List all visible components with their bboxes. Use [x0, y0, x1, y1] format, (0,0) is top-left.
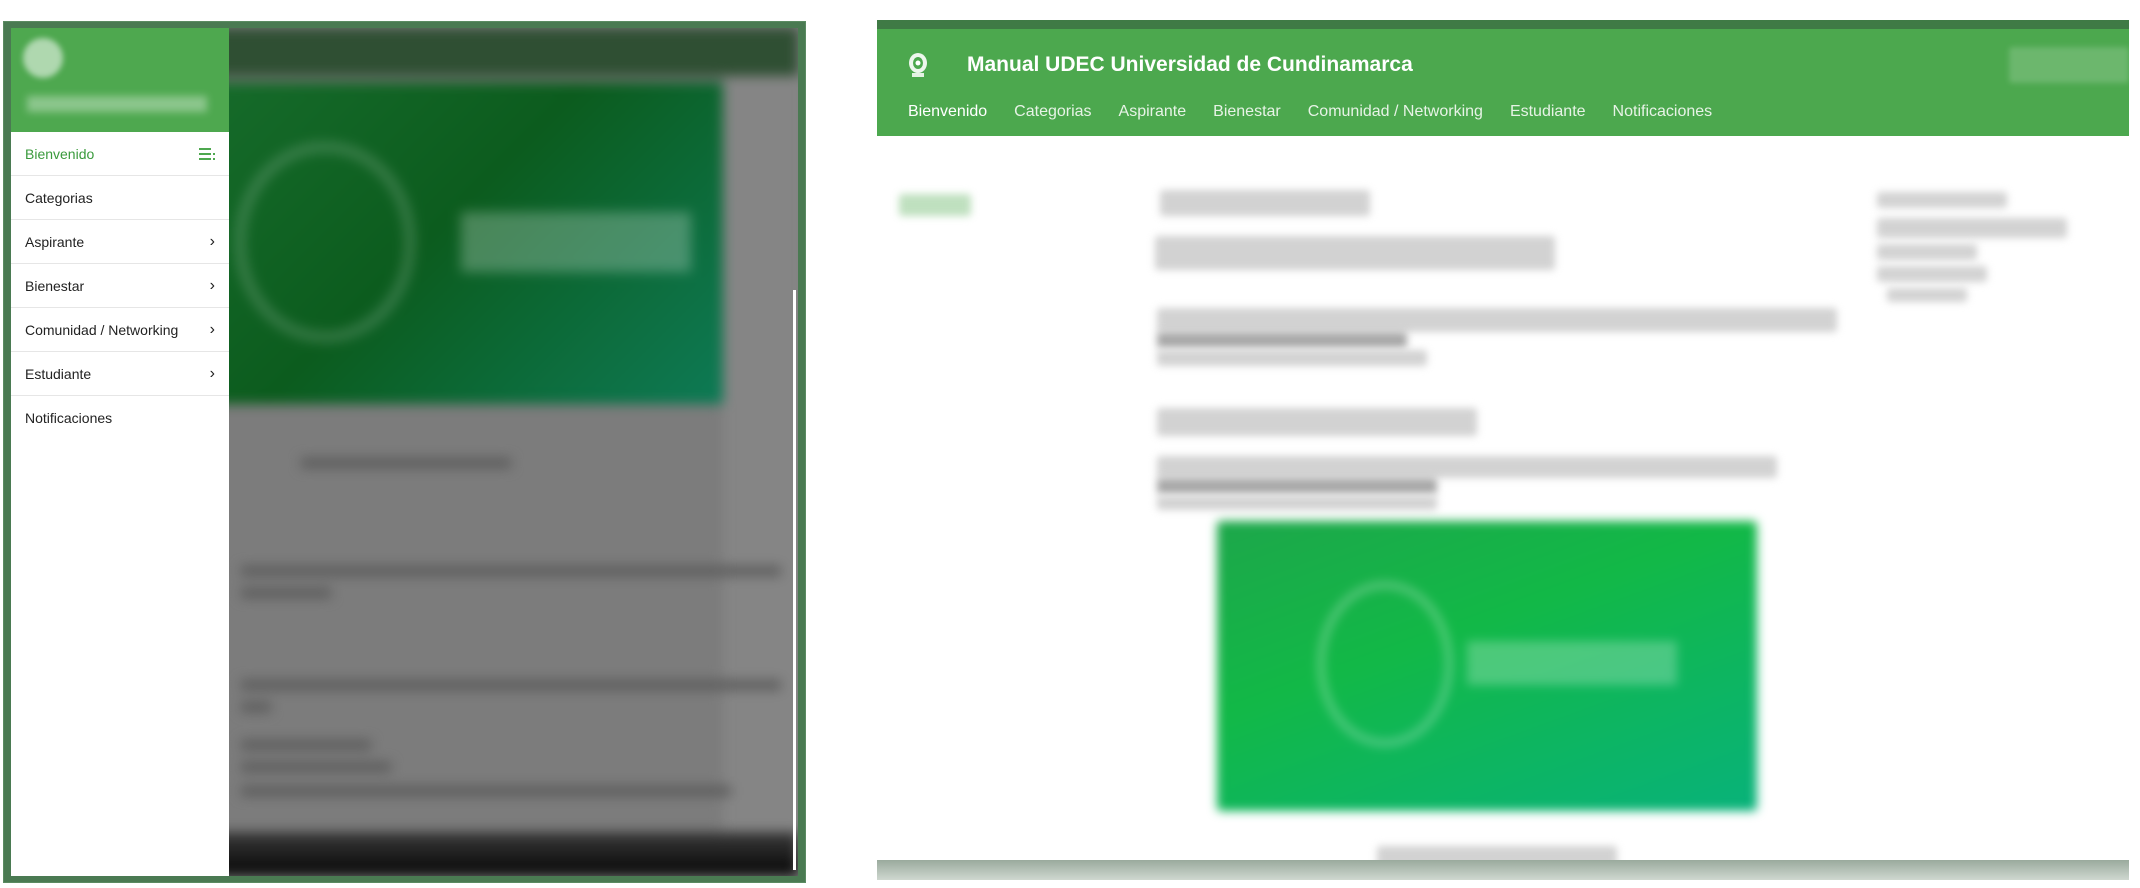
blurred-text-line — [241, 762, 391, 772]
blurred-toc-item — [1887, 288, 1967, 302]
blurred-text-line — [301, 458, 511, 468]
navigation-drawer: Bienvenido Categorias Aspirante › Bienes… — [11, 28, 229, 876]
blurred-toc-heading — [1877, 192, 2007, 208]
chevron-right-icon: › — [209, 320, 215, 338]
chevron-right-icon: › — [209, 276, 215, 294]
site-title[interactable]: Manual UDEC Universidad de Cundinamarca — [967, 53, 1413, 77]
drawer-item-label: Aspirante — [25, 233, 85, 250]
scrollbar[interactable] — [793, 290, 796, 870]
drawer-header — [11, 28, 229, 132]
menu-lines-icon[interactable] — [199, 147, 215, 160]
blurred-text-line — [241, 740, 371, 750]
nav-link-categorias[interactable]: Categorias — [1014, 103, 1091, 121]
blurred-breadcrumb — [1160, 190, 1370, 216]
blurred-text-line — [1157, 478, 1437, 494]
udec-logo-icon[interactable] — [907, 52, 929, 78]
blurred-text-line — [241, 786, 731, 796]
chevron-right-icon: › — [209, 364, 215, 382]
page-bottom-edge — [877, 860, 2129, 880]
drawer-item-bienvenido[interactable]: Bienvenido — [11, 132, 229, 176]
nav-link-aspirante[interactable]: Aspirante — [1119, 103, 1187, 121]
blurred-text-line — [1157, 456, 1777, 478]
blurred-subheading — [1157, 408, 1477, 436]
chevron-right-icon: › — [209, 232, 215, 250]
drawer-item-bienestar[interactable]: Bienestar › — [11, 264, 229, 308]
drawer-item-label: Notificaciones — [25, 410, 113, 426]
drawer-item-comunidad-networking[interactable]: Comunidad / Networking › — [11, 308, 229, 352]
blurred-toc-item — [1877, 266, 1987, 282]
blurred-text-line — [241, 680, 781, 690]
drawer-item-label: Estudiante — [25, 365, 92, 382]
nav-link-notificaciones[interactable]: Notificaciones — [1613, 103, 1713, 121]
drawer-item-estudiante[interactable]: Estudiante › — [11, 352, 229, 396]
search-box[interactable] — [2009, 47, 2129, 83]
drawer-item-label: Bienvenido — [25, 145, 95, 162]
banner-image — [1217, 521, 1757, 811]
blurred-text-line — [1157, 350, 1427, 366]
udec-logo-icon — [23, 38, 63, 78]
drawer-menu: Bienvenido Categorias Aspirante › Bienes… — [11, 132, 229, 440]
drawer-item-categorias[interactable]: Categorias — [11, 176, 229, 220]
desktop-screenshot: Manual UDEC Universidad de Cundinamarca … — [874, 20, 2129, 880]
nav-link-comunidad-networking[interactable]: Comunidad / Networking — [1308, 103, 1483, 121]
site-header: Manual UDEC Universidad de Cundinamarca … — [877, 29, 2129, 136]
blurred-text-line — [241, 566, 781, 576]
blurred-toc-item — [1877, 218, 2067, 238]
page-margin — [723, 76, 798, 856]
blurred-page-content — [877, 136, 2129, 870]
drawer-item-notificaciones[interactable]: Notificaciones — [11, 396, 229, 440]
blurred-side-link — [899, 194, 971, 216]
mobile-screenshot: Bienvenido Categorias Aspirante › Bienes… — [3, 21, 806, 883]
nav-link-bienestar[interactable]: Bienestar — [1213, 103, 1281, 121]
nav-link-bienvenido[interactable]: Bienvenido — [908, 103, 987, 121]
banner-image — [211, 82, 723, 404]
blurred-toc-item — [1877, 244, 1977, 260]
blurred-text-line — [1157, 332, 1407, 348]
drawer-item-label: Comunidad / Networking — [25, 321, 179, 338]
drawer-item-label: Bienestar — [25, 277, 85, 294]
top-accent-line — [877, 20, 2129, 29]
main-nav: Bienvenido Categorias Aspirante Bienesta… — [908, 103, 1712, 121]
drawer-item-label: Categorias — [25, 189, 93, 206]
blurred-text-line — [1157, 308, 1837, 332]
drawer-header-subtitle — [27, 96, 207, 112]
blurred-text-line — [241, 702, 271, 712]
blurred-heading — [1155, 236, 1555, 270]
blurred-text-line — [1157, 496, 1437, 510]
nav-link-estudiante[interactable]: Estudiante — [1510, 103, 1586, 121]
blurred-text-line — [241, 588, 331, 598]
drawer-item-aspirante[interactable]: Aspirante › — [11, 220, 229, 264]
